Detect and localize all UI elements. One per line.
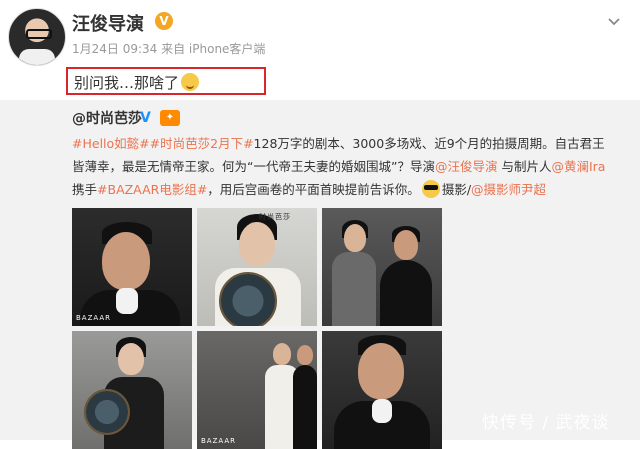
avatar-shirt bbox=[19, 49, 55, 65]
photo-thumbnail[interactable]: 时尚芭莎 bbox=[197, 208, 317, 326]
photo-figure-collar bbox=[116, 288, 138, 314]
photo-figure-head bbox=[273, 343, 291, 365]
post-header: 汪俊导演 V 1月24日 09:34 来自 iPhone客户端 别问我…那啥了 bbox=[0, 0, 640, 100]
post-text: 别问我…那啥了 bbox=[74, 72, 200, 93]
blue-verified-icon: V bbox=[140, 110, 151, 126]
magazine-label: BAZAAR bbox=[76, 314, 112, 322]
username[interactable]: 汪俊导演 bbox=[72, 10, 144, 36]
hashtag-link[interactable]: #BAZAAR电影组# bbox=[97, 182, 207, 197]
body-text: ，用后宫画卷的平面首映提前告诉你。 bbox=[207, 182, 420, 197]
photo-thumbnail[interactable] bbox=[72, 331, 192, 449]
photo-figure-head bbox=[358, 343, 404, 399]
magazine-label: 时尚芭莎 bbox=[259, 213, 291, 221]
chevron-down-icon[interactable] bbox=[606, 14, 622, 30]
photo-figure-head bbox=[344, 224, 366, 252]
photo-figure-suit bbox=[380, 260, 432, 326]
fan-prop bbox=[219, 272, 277, 326]
photo-figure-head bbox=[118, 343, 144, 375]
repost-body: #Hello如懿##时尚芭莎2月下#128万字的剧本、3000多场戏、近9个月的… bbox=[72, 132, 612, 201]
photo-figure-head bbox=[239, 222, 275, 266]
photo-thumbnail[interactable] bbox=[322, 331, 442, 449]
photo-figure-head bbox=[394, 230, 418, 260]
post-meta: 1月24日 09:34 来自 iPhone客户端 bbox=[72, 42, 266, 56]
verified-badge-icon: V bbox=[155, 12, 173, 30]
mention-link[interactable]: @汪俊导演 bbox=[435, 159, 498, 174]
repost-username[interactable]: @时尚芭莎 bbox=[72, 108, 142, 128]
vip-badge-icon: ✦ bbox=[160, 110, 180, 126]
mention-link[interactable]: @黄澜Ira bbox=[551, 159, 605, 174]
emoji-embarrassed-icon bbox=[181, 73, 200, 91]
body-text: 与制片人 bbox=[497, 159, 552, 174]
photo-thumbnail[interactable] bbox=[322, 208, 442, 326]
post-text-content: 别问我…那啥了 bbox=[74, 74, 180, 92]
mention-link[interactable]: @摄影师尹超 bbox=[471, 182, 546, 197]
emoji-sunglasses-icon bbox=[421, 180, 440, 198]
avatar-glasses bbox=[26, 29, 52, 39]
hashtag-link[interactable]: #时尚芭莎2月下# bbox=[150, 136, 254, 151]
photo-figure-collar bbox=[372, 399, 392, 423]
photo-thumbnail[interactable]: BAZAAR bbox=[72, 208, 192, 326]
watermark: 快传号 / 武夜谈 bbox=[482, 413, 610, 433]
photo-thumbnail[interactable]: BAZAAR bbox=[197, 331, 317, 449]
magazine-label: BAZAAR bbox=[201, 437, 237, 445]
body-text: 摄影/ bbox=[441, 182, 472, 197]
photo-figure-suit bbox=[293, 365, 317, 449]
photo-figure-dress bbox=[332, 252, 376, 326]
photo-figure-head bbox=[102, 232, 150, 290]
avatar[interactable] bbox=[8, 8, 66, 66]
fan-prop bbox=[84, 389, 130, 435]
photo-figure-head bbox=[297, 345, 313, 365]
body-text: 携手 bbox=[72, 182, 98, 197]
hashtag-link[interactable]: #Hello如懿# bbox=[72, 136, 150, 151]
